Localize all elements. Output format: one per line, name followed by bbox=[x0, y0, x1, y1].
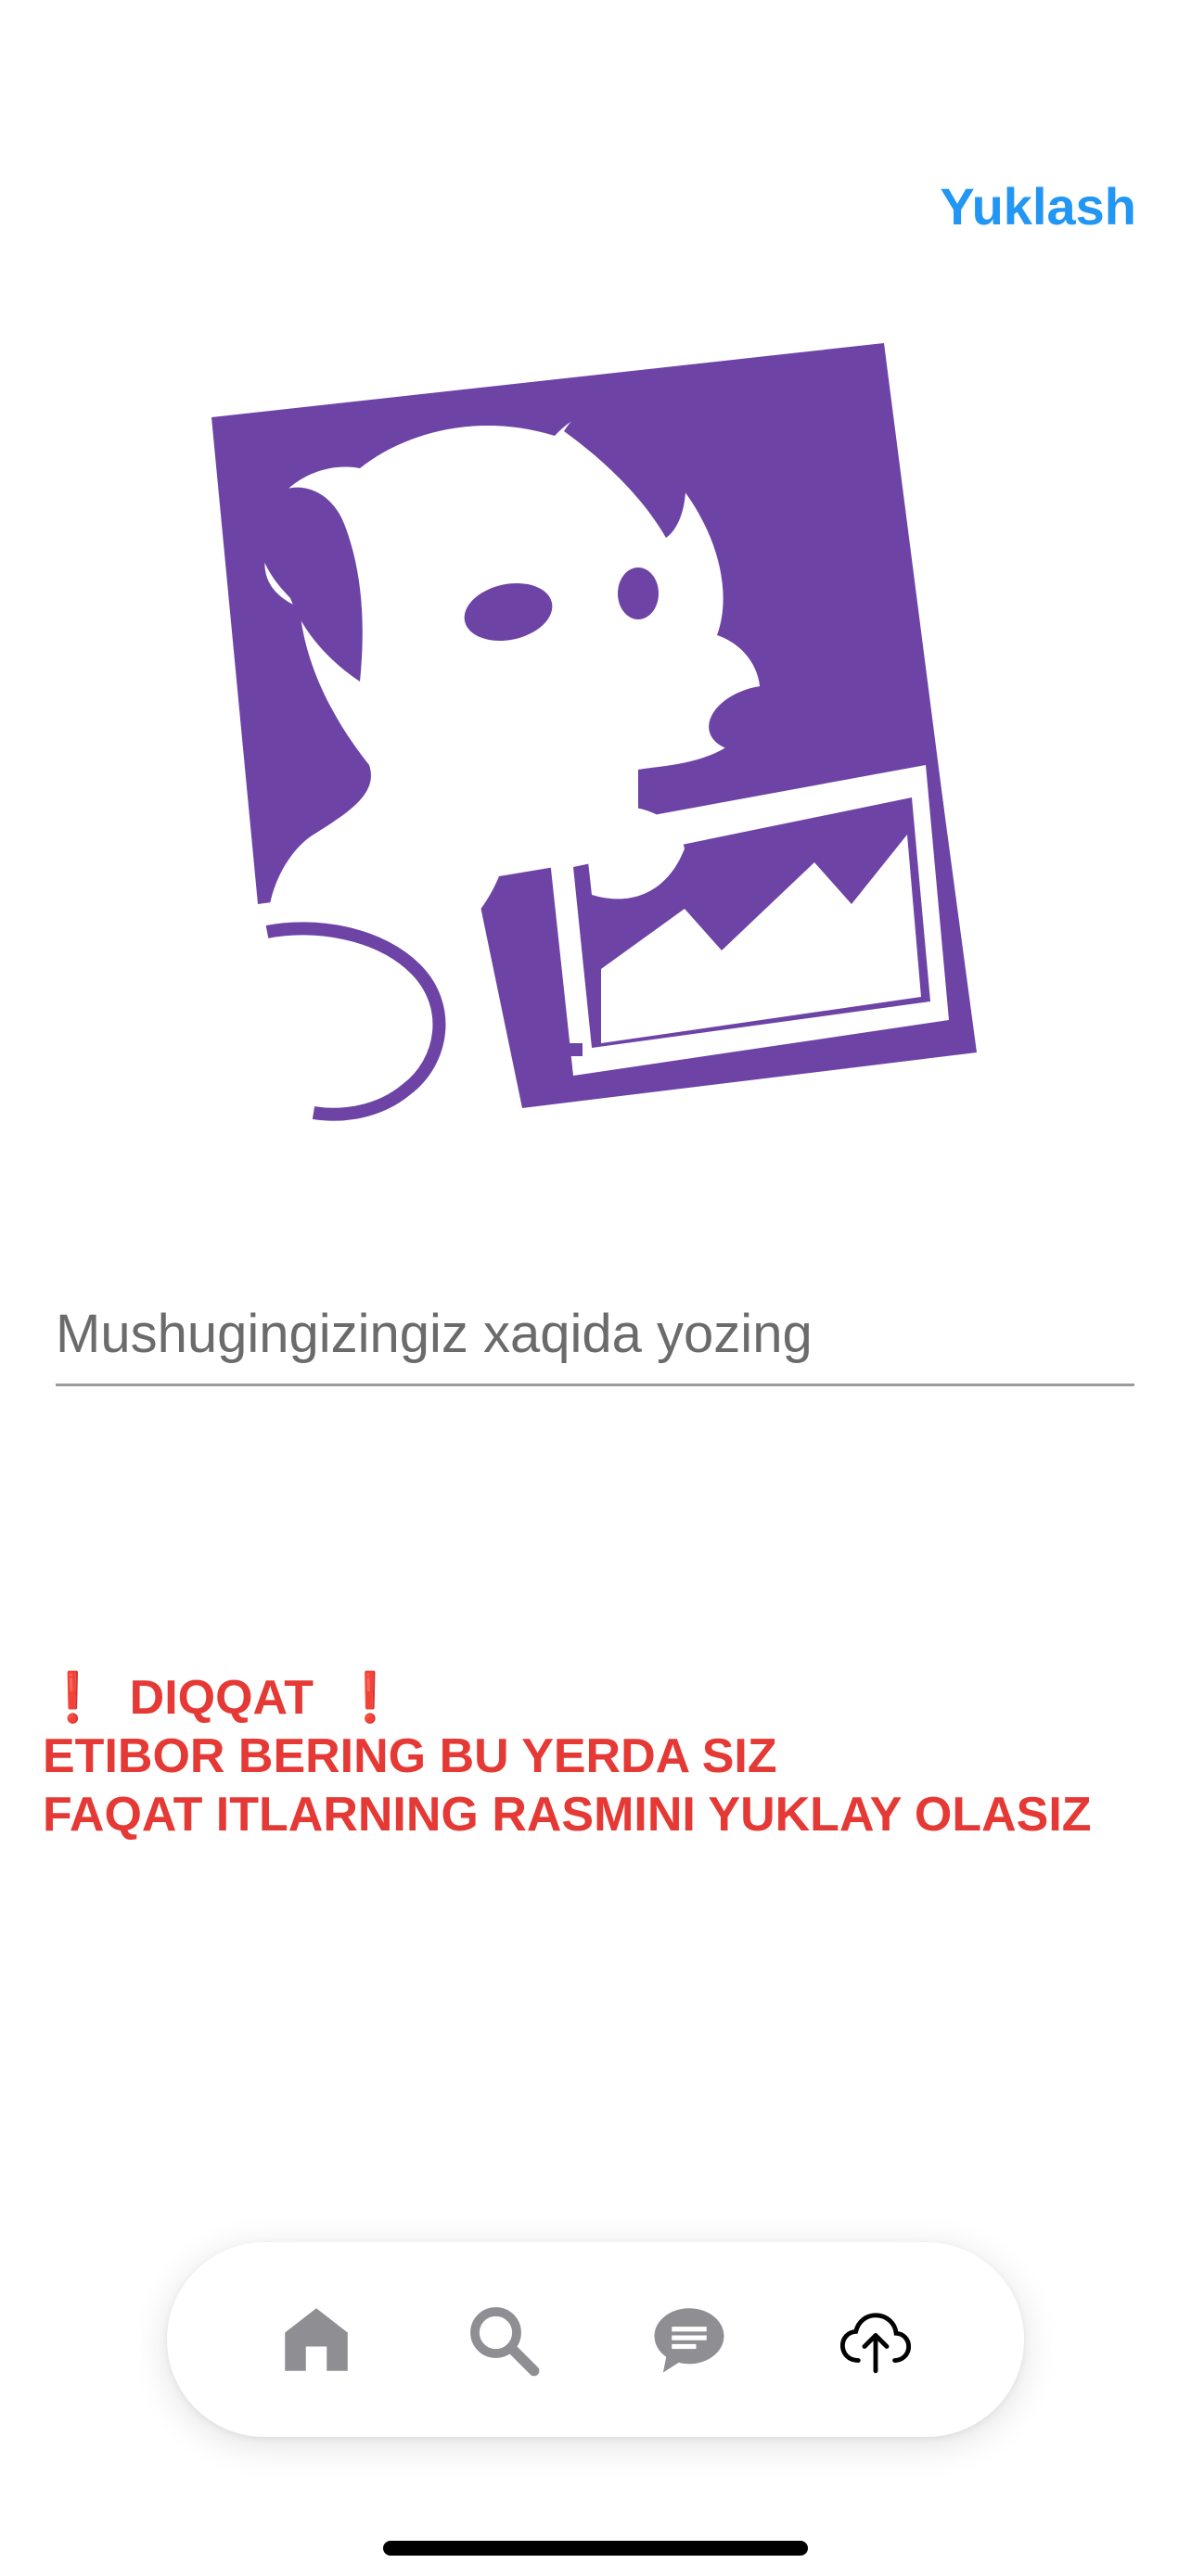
warning-title-row: ❗ DIQQAT ❗ bbox=[43, 1669, 1092, 1728]
warning-title: DIQQAT bbox=[129, 1671, 314, 1725]
caption-input[interactable] bbox=[56, 1284, 1134, 1386]
home-indicator bbox=[383, 2541, 808, 2556]
exclamation-icon: ❗ bbox=[339, 1671, 401, 1725]
tab-messages[interactable] bbox=[638, 2289, 740, 2391]
cloud-upload-icon bbox=[839, 2313, 911, 2374]
upload-button[interactable]: Yuklash bbox=[940, 176, 1136, 236]
chat-icon bbox=[654, 2308, 724, 2373]
dog-with-chart-logo bbox=[211, 343, 977, 1121]
selected-image-preview[interactable] bbox=[202, 329, 981, 1164]
tab-search[interactable] bbox=[452, 2289, 554, 2391]
tab-upload[interactable] bbox=[825, 2289, 927, 2391]
home-icon bbox=[284, 2308, 348, 2371]
upload-screen: Yuklash ❗ DIQQAT ❗ ETIBOR BERING BU YERD… bbox=[0, 0, 1191, 2576]
warning-notice: ❗ DIQQAT ❗ ETIBOR BERING BU YERDA SIZ FA… bbox=[43, 1669, 1092, 1844]
warning-line-2: FAQAT ITLARNING RASMINI YUKLAY OLASIZ bbox=[43, 1788, 1092, 1842]
bottom-tab-bar bbox=[167, 2242, 1024, 2437]
warning-line-1: ETIBOR BERING BU YERDA SIZ bbox=[43, 1729, 777, 1783]
exclamation-icon: ❗ bbox=[43, 1671, 103, 1725]
tab-home[interactable] bbox=[265, 2289, 367, 2391]
search-icon bbox=[469, 2307, 539, 2377]
